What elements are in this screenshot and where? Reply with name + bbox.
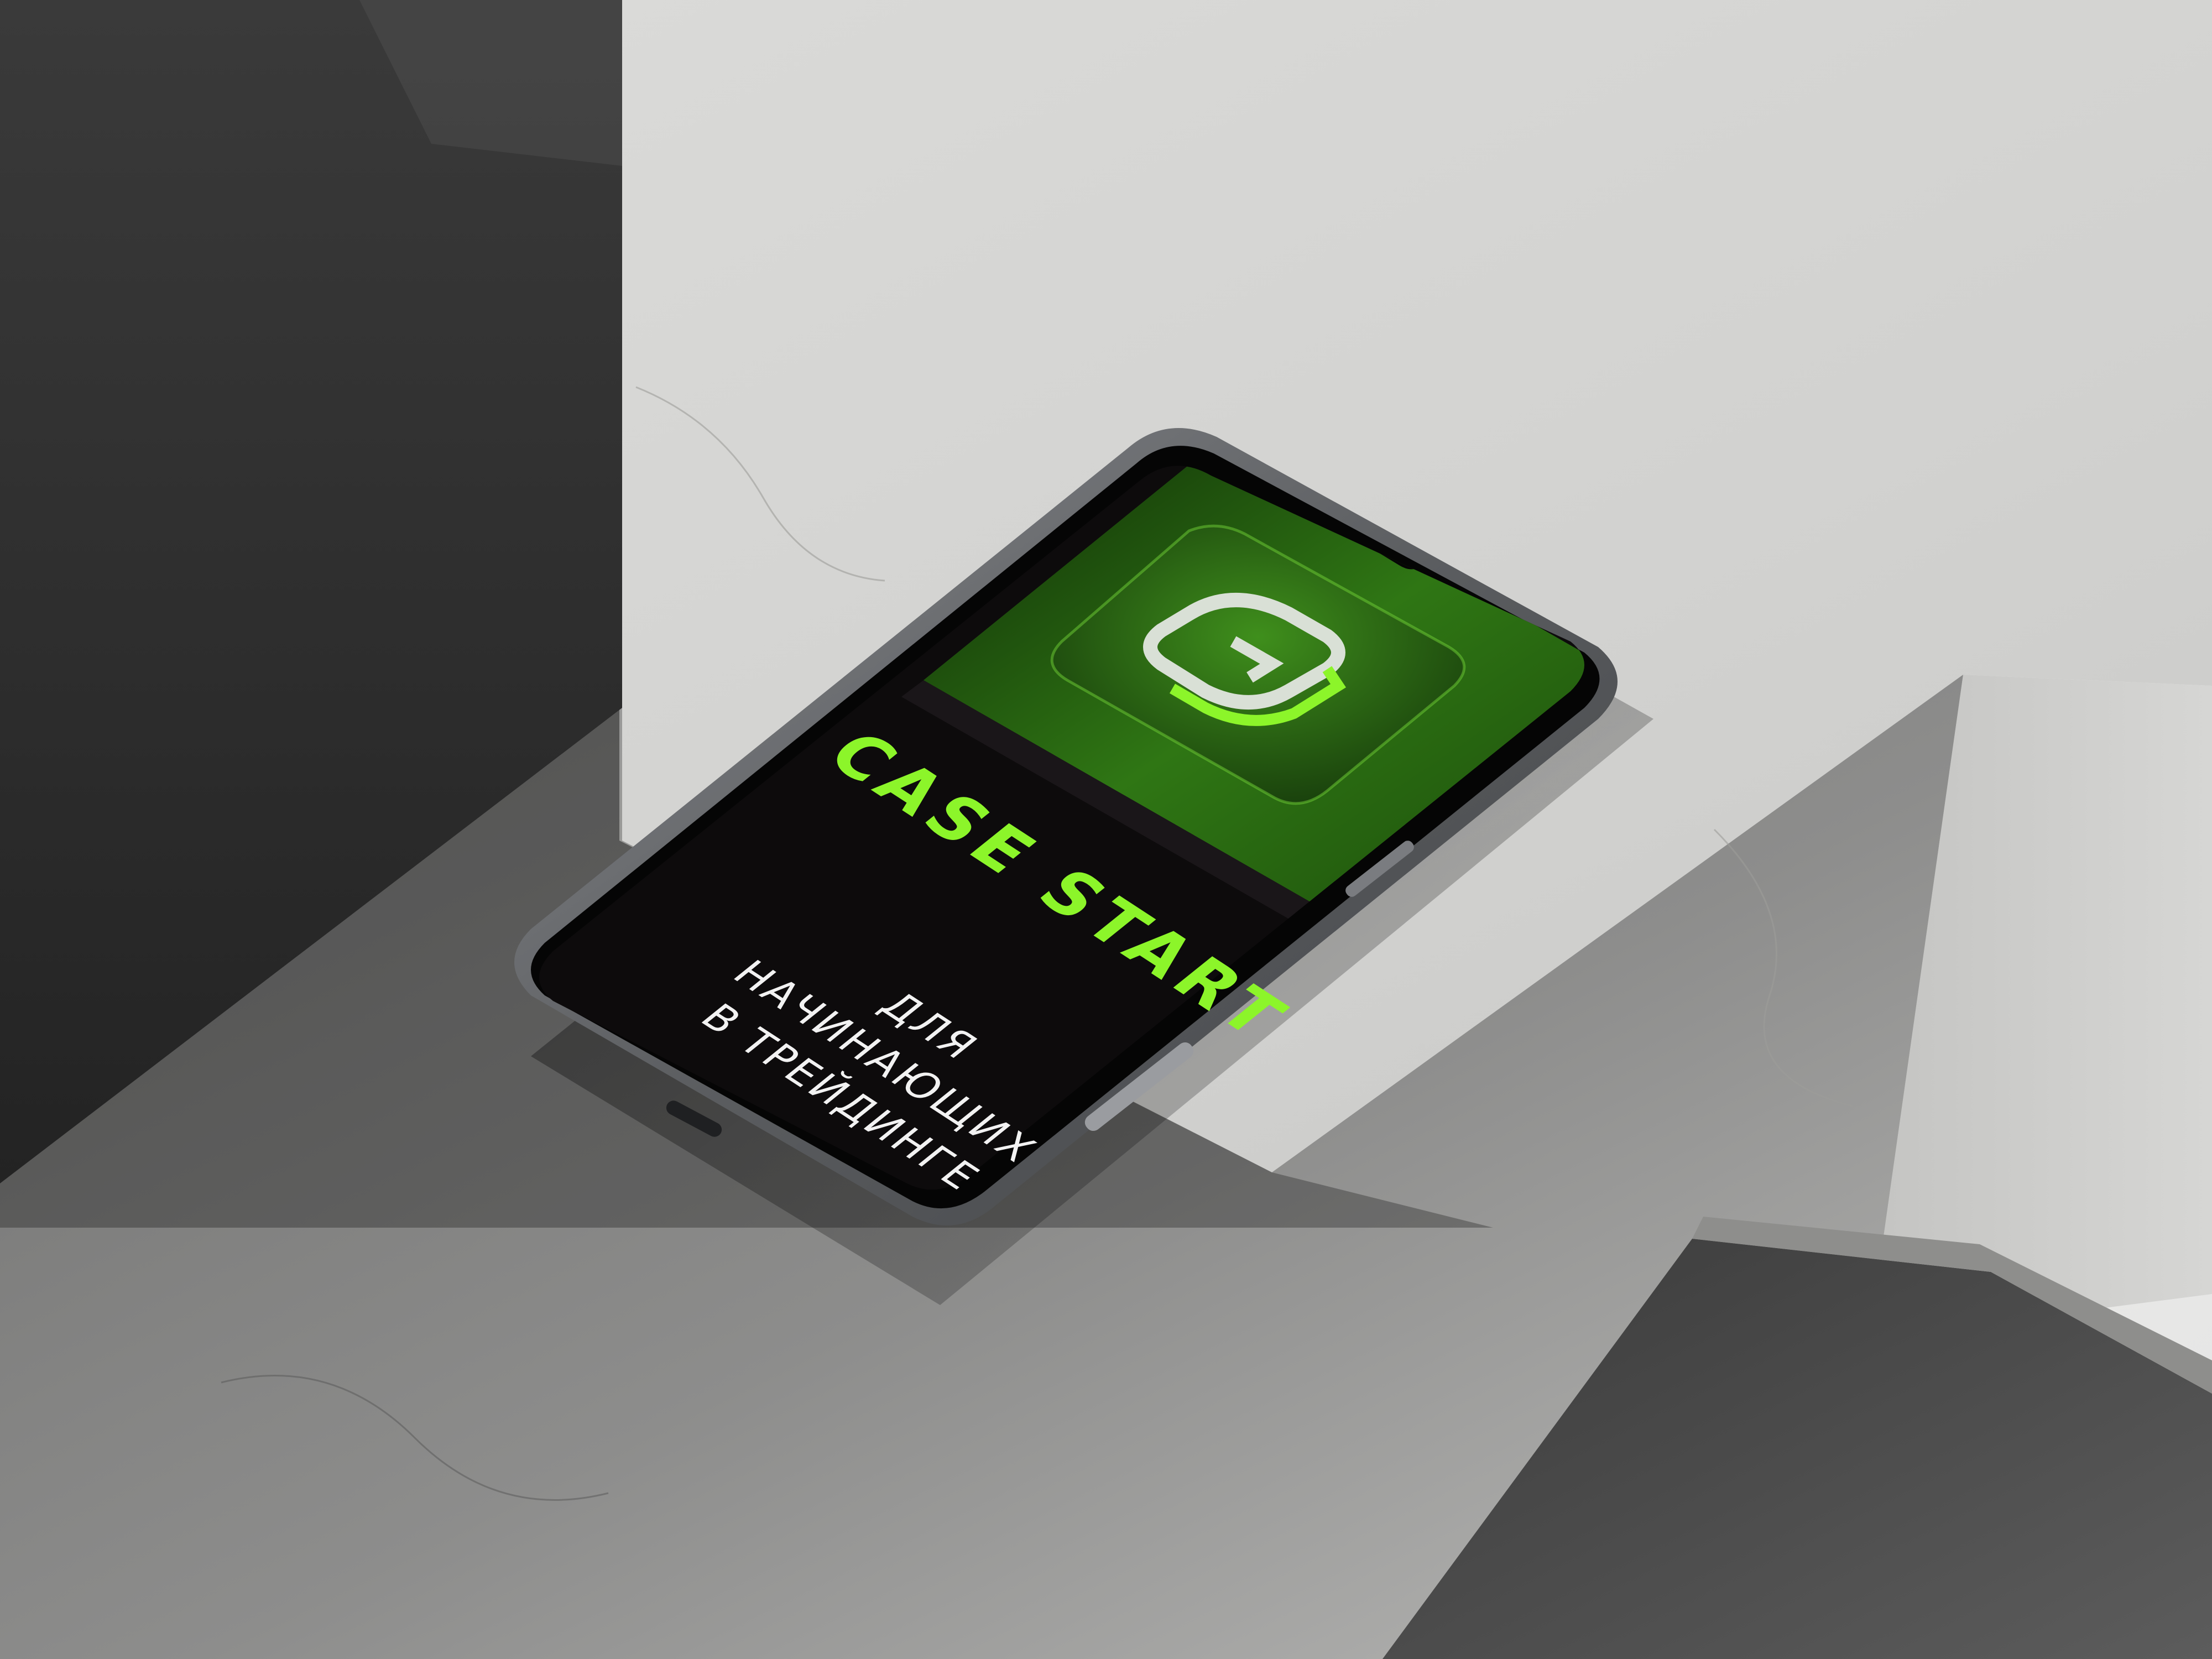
scene-illustration — [0, 0, 2212, 1659]
product-photo-scene: CASE START для начинающих в трейдинге — [0, 0, 2212, 1659]
